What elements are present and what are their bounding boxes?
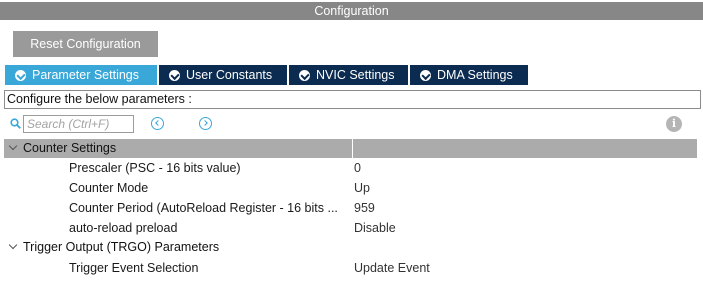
param-row[interactable]: Counter Mode Up: [0, 178, 703, 198]
param-name: Counter Period (AutoReload Register - 16…: [69, 201, 338, 215]
param-name: Prescaler (PSC - 16 bits value): [69, 161, 241, 175]
param-value[interactable]: 959: [354, 198, 375, 218]
param-name: Trigger Event Selection: [69, 261, 199, 275]
tab-bar: Parameter Settings User Constants NVIC S…: [5, 65, 530, 85]
check-circle-icon: [15, 69, 26, 81]
info-icon[interactable]: i: [666, 116, 682, 132]
param-value[interactable]: Disable: [354, 218, 396, 238]
param-row[interactable]: auto-reload preload Disable: [0, 218, 703, 238]
param-name: auto-reload preload: [69, 221, 178, 235]
param-row[interactable]: Counter Period (AutoReload Register - 16…: [0, 198, 703, 218]
tab-label: User Constants: [186, 68, 273, 82]
chevron-down-icon[interactable]: [8, 240, 18, 250]
chevron-down-icon[interactable]: [8, 141, 18, 151]
group-counter-settings[interactable]: Counter Settings: [4, 139, 697, 158]
description-field: Configure the below parameters :: [4, 90, 701, 109]
group-label: Counter Settings: [23, 141, 117, 155]
tab-label: Parameter Settings: [32, 68, 139, 82]
window-title: Configuration: [0, 2, 703, 20]
check-circle-icon: [169, 69, 180, 81]
tab-parameter-settings[interactable]: Parameter Settings: [5, 65, 157, 85]
param-row[interactable]: Trigger Event Selection Update Event: [0, 258, 703, 278]
tab-user-constants[interactable]: User Constants: [159, 65, 287, 85]
check-circle-icon: [299, 69, 310, 81]
group-trigger-output[interactable]: Trigger Output (TRGO) Parameters: [4, 238, 697, 257]
param-value[interactable]: Update Event: [354, 258, 430, 278]
param-value[interactable]: 0: [354, 158, 361, 178]
check-circle-icon: [420, 69, 431, 81]
search-input[interactable]: [23, 115, 134, 133]
reset-configuration-button[interactable]: Reset Configuration: [13, 31, 158, 57]
column-divider: [352, 139, 353, 158]
tab-dma-settings[interactable]: DMA Settings: [410, 65, 528, 85]
param-row[interactable]: Prescaler (PSC - 16 bits value) 0: [0, 158, 703, 178]
param-value[interactable]: Up: [354, 178, 370, 198]
tab-label: DMA Settings: [437, 68, 513, 82]
next-match-icon[interactable]: [199, 117, 212, 130]
tab-label: NVIC Settings: [316, 68, 395, 82]
previous-match-icon[interactable]: [151, 117, 164, 130]
group-label: Trigger Output (TRGO) Parameters: [23, 240, 220, 254]
param-name: Counter Mode: [69, 181, 149, 195]
tab-nvic-settings[interactable]: NVIC Settings: [289, 65, 408, 85]
search-icon: [10, 118, 21, 129]
